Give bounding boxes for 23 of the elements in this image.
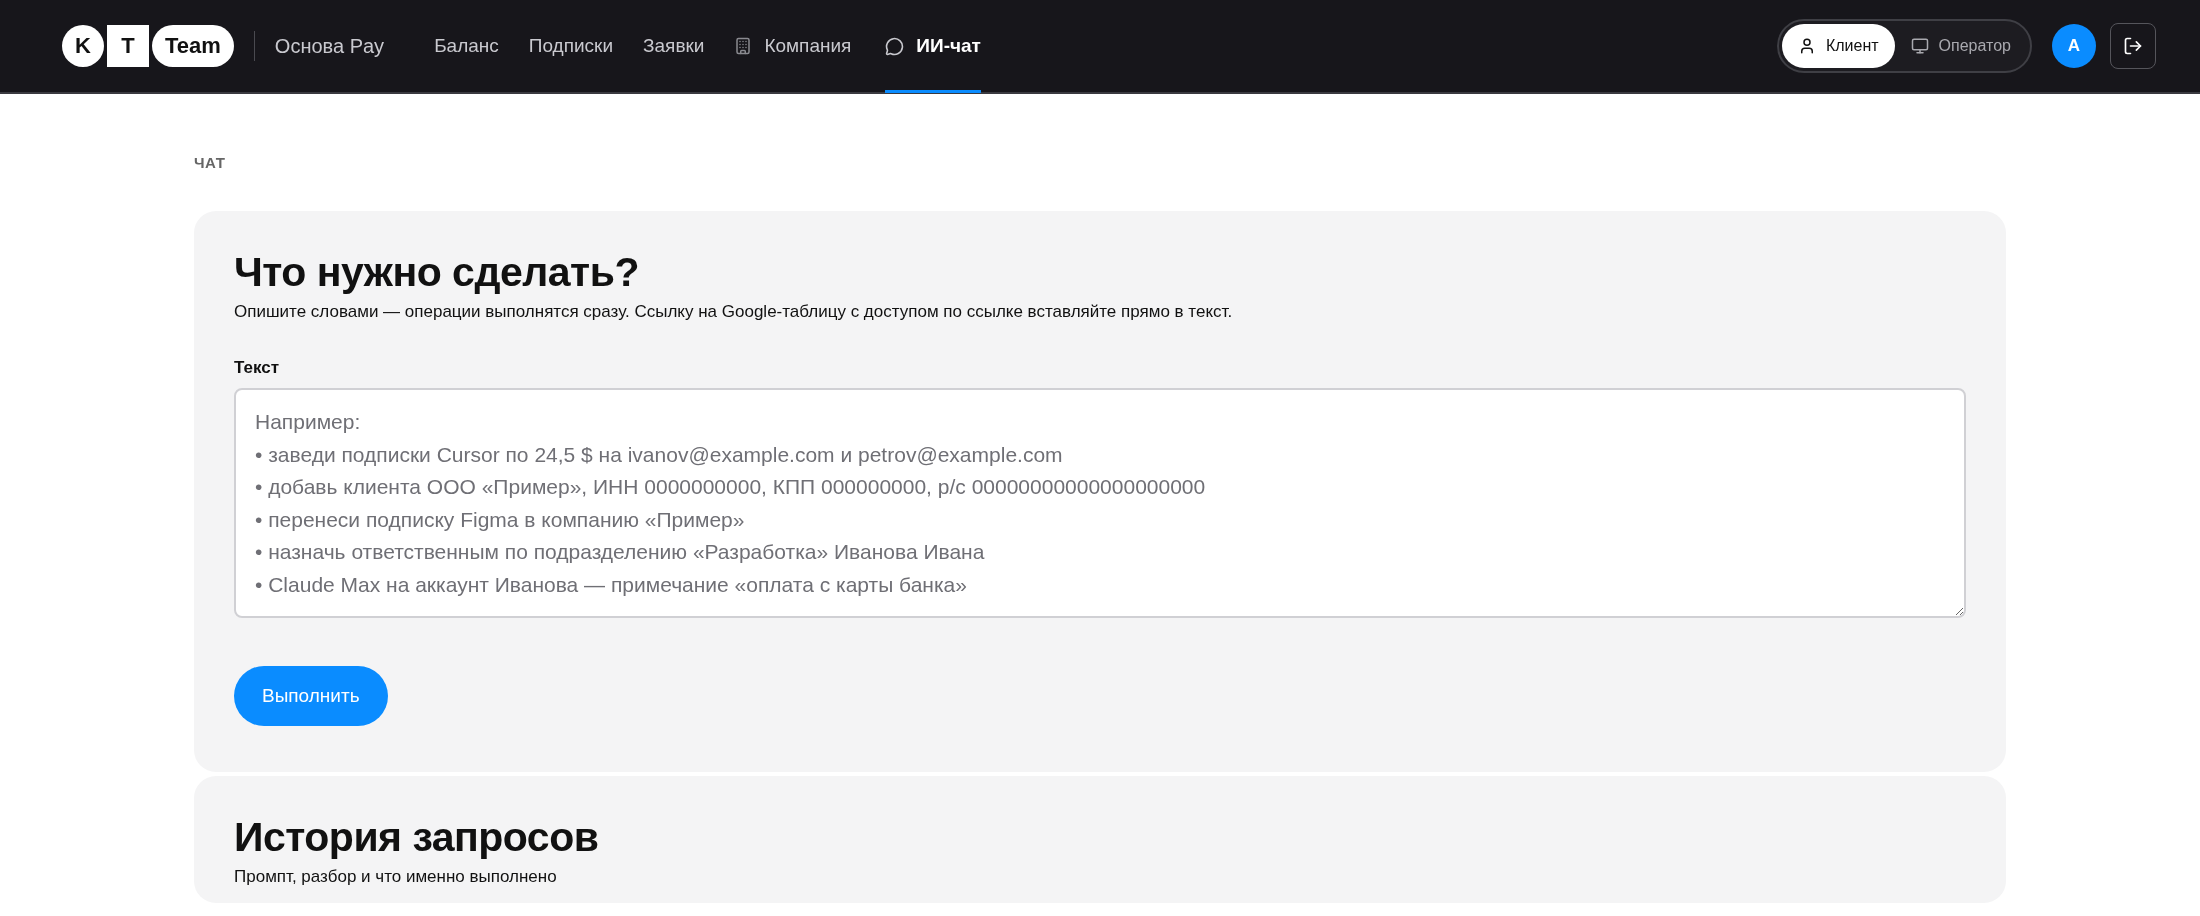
role-option[interactable]: Оператор: [1894, 24, 2027, 68]
logo-letter: T: [105, 25, 151, 67]
monitor-icon: [1910, 37, 1929, 55]
breadcrumb: ЧАТ: [194, 154, 227, 171]
logout-button[interactable]: [2110, 23, 2156, 69]
nav-tab[interactable]: Компания: [734, 0, 852, 93]
input-field[interactable]: Например: • заведи подписки Cursor по 24,5 $ на ivanov@example.com и petrov@example.com • добавь клиента ООО «Пример», ИНН 0000000000, КПП 000000000, р/с 00000000000000000000 • перенеси подписку Figma в компанию «Пример» • назначь ответственным по подразделению «Разработка» Иванова Ивана • Claude Max на аккаунт Иванова — примечание «оплата с карты банка»: [234, 388, 1966, 618]
nav-tab[interactable]: Заявки: [643, 0, 705, 93]
product-name: Основа Pay: [274, 34, 385, 58]
role-option[interactable]: Клиент: [1781, 24, 1895, 68]
logo-word: Team: [152, 25, 234, 67]
nav-tab[interactable]: Баланс: [434, 0, 499, 93]
logo-letter: K: [62, 25, 104, 67]
card-subtitle: Промпт, разбор и что именно выполнено: [234, 867, 558, 887]
building-icon: [734, 37, 753, 55]
nav-tab[interactable]: ИИ-чат: [885, 0, 981, 93]
card-subtitle: Опишите словами — операции выполнятся сразу. Ссылку на Google-таблицу с доступом по ссылке вставляйте прямо в текст.: [234, 302, 1234, 322]
logout-icon: [2123, 36, 2143, 56]
card-title: Что нужно сделать?: [234, 249, 640, 296]
nav-tab[interactable]: Подписки: [528, 0, 614, 93]
chat-bubble-icon: [885, 36, 905, 56]
field-label: Текст: [234, 358, 281, 378]
card-title: История запросов: [234, 814, 600, 861]
